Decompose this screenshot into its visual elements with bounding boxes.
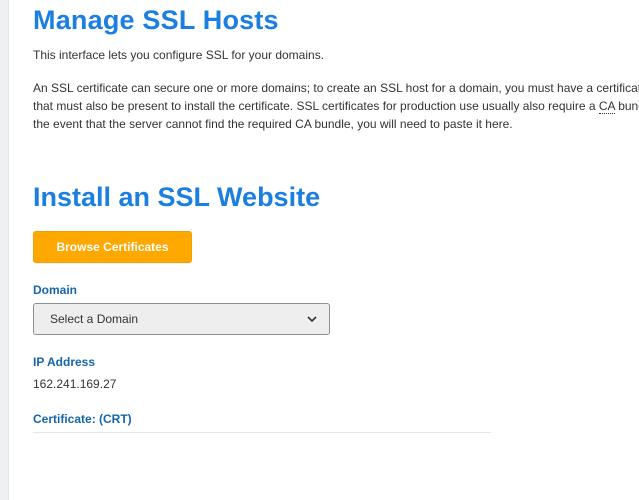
certificate-label: Certificate: (CRT) — [33, 412, 132, 426]
certificate-textarea[interactable] — [33, 432, 491, 500]
page-title: Manage SSL Hosts — [33, 5, 279, 35]
ip-address-label: IP Address — [33, 355, 96, 369]
description-line-2: that must also be present to install the… — [33, 97, 639, 115]
domain-label: Domain — [33, 283, 78, 297]
intro-text: This interface lets you configure SSL fo… — [33, 48, 325, 62]
ip-address-value: 162.241.169.27 — [33, 377, 117, 391]
description-line-3: the event that the server cannot find th… — [33, 117, 513, 131]
ca-abbreviation: CA — [598, 99, 615, 114]
description-line-2-end: bundle, wh — [618, 99, 639, 113]
page: Manage SSL Hosts This interface lets you… — [0, 0, 639, 500]
browse-certificates-button[interactable]: Browse Certificates — [33, 231, 192, 263]
domain-select-value: Select a Domain — [50, 312, 139, 326]
domain-select[interactable]: Select a Domain — [33, 303, 330, 335]
chevron-down-icon — [307, 314, 317, 324]
description-paragraph: An SSL certificate can secure one or mor… — [33, 79, 639, 133]
description-line-2-start: that must also be present to install the… — [33, 99, 599, 113]
left-sidebar-edge — [0, 0, 9, 500]
description-line-1: An SSL certificate can secure one or mor… — [33, 81, 639, 95]
install-section-title: Install an SSL Website — [33, 182, 321, 212]
